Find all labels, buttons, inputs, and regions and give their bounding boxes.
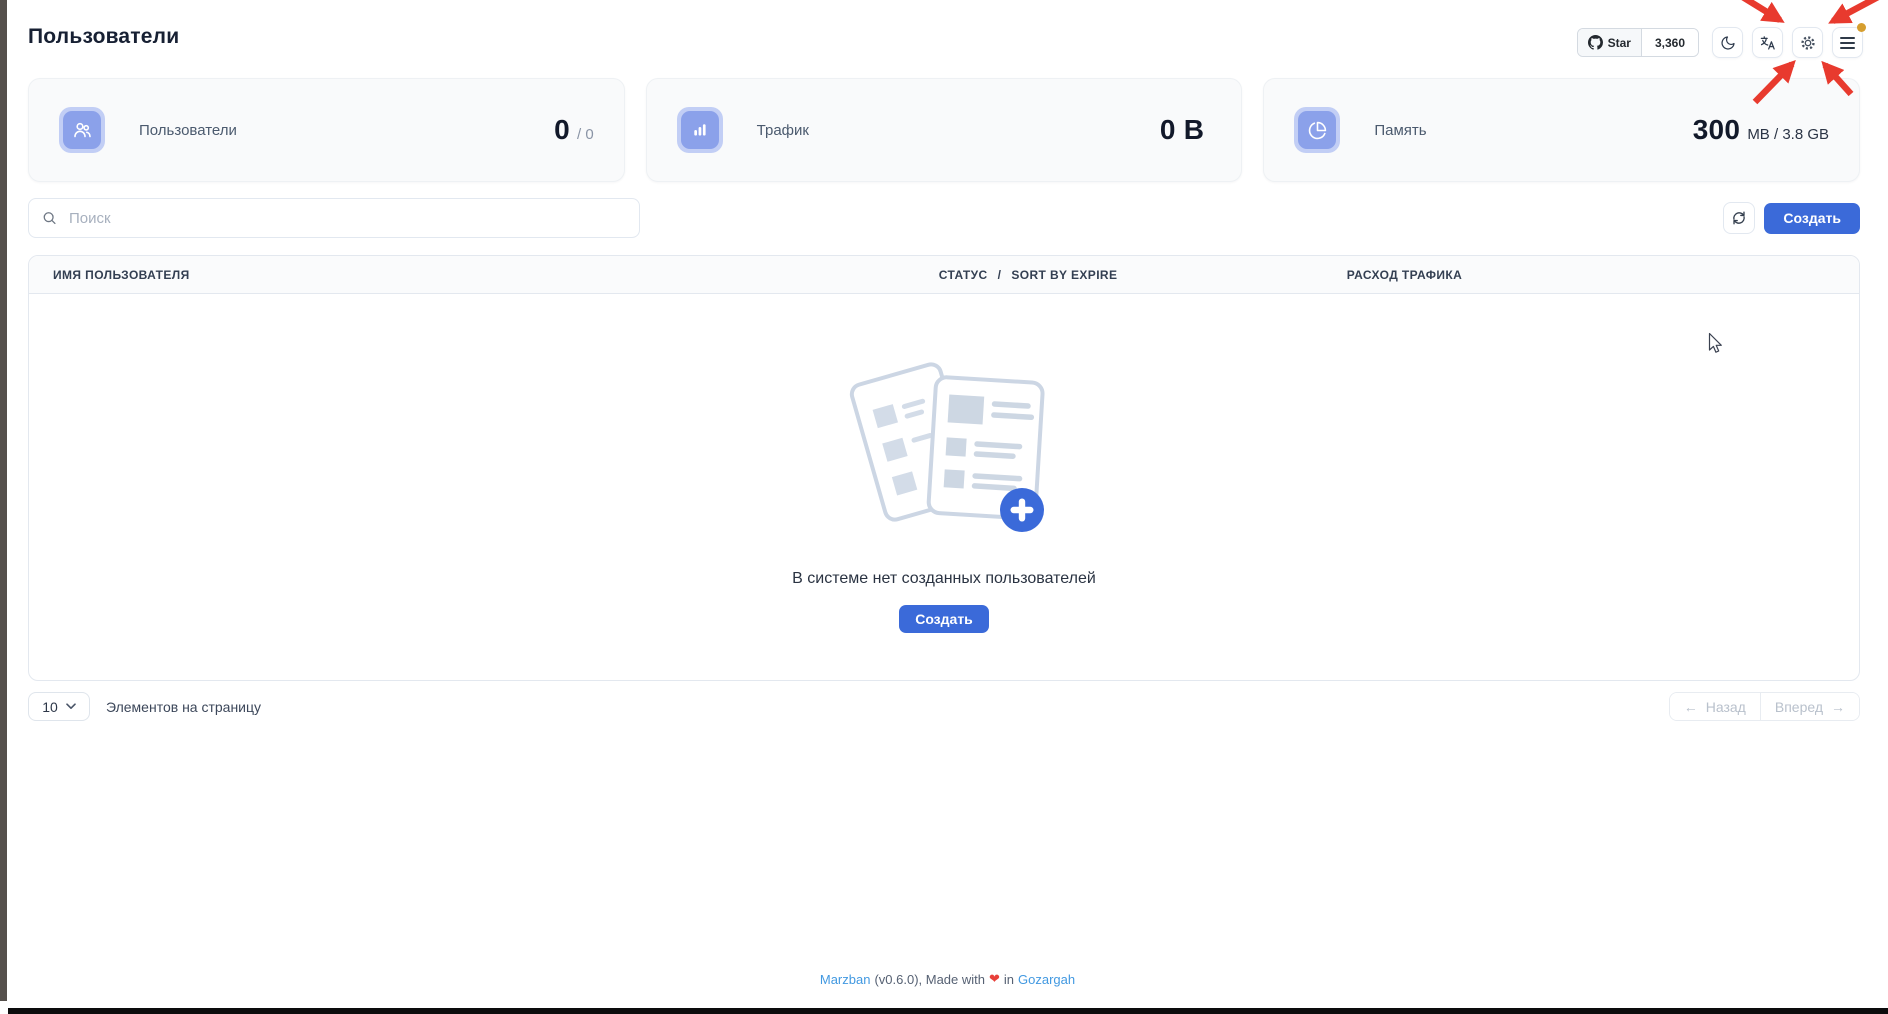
window-left-edge: [0, 0, 7, 1001]
main-content: Пользователи Пользователи 0 / 0 Трафик 0 …: [7, 0, 1888, 1008]
github-star-widget[interactable]: Star 3,360: [1577, 28, 1699, 57]
footer-in-text: in: [1004, 972, 1014, 987]
chevron-down-icon: [66, 703, 76, 710]
stat-card-suffix: / 0: [577, 126, 594, 143]
users-icon: [72, 120, 92, 140]
prev-page-button[interactable]: ← Назад: [1670, 693, 1760, 720]
stat-card-label: Память: [1374, 122, 1426, 139]
refresh-icon: [1731, 210, 1747, 226]
github-icon: [1588, 35, 1603, 50]
github-star-label: Star: [1608, 36, 1631, 50]
bar-chart-icon: [690, 120, 710, 140]
notification-dot: [1857, 23, 1866, 32]
users-table: ИМЯ ПОЛЬЗОВАТЕЛЯ СТАТУС / SORT BY EXPIRE…: [28, 255, 1860, 681]
moon-icon: [1720, 35, 1736, 51]
table-empty-body: В системе нет созданных пользователей Со…: [29, 294, 1859, 680]
pagination-nav: ← Назад Вперед →: [1669, 692, 1860, 721]
page-size-label: Элементов на страницу: [106, 699, 261, 715]
pagination-row: 10 Элементов на страницу ← Назад Вперед …: [28, 692, 1860, 721]
page-size-select[interactable]: 10: [28, 692, 90, 721]
header-toolbar: Star 3,360: [1577, 27, 1863, 58]
hamburger-icon: [1840, 37, 1855, 49]
column-header-sort-by-expire: SORT BY EXPIRE: [1011, 268, 1117, 282]
search-input[interactable]: [28, 198, 640, 238]
stat-card-value: 0 B: [1160, 114, 1204, 146]
column-separator: /: [998, 268, 1002, 282]
right-arrow-icon: →: [1831, 699, 1845, 715]
footer: Marzban (v0.6.0), Made with ❤ in Gozarga…: [7, 972, 1888, 987]
footer-brand-link[interactable]: Marzban: [820, 972, 871, 987]
stat-card-value: 0: [554, 114, 570, 146]
search-field: [28, 198, 640, 238]
language-button[interactable]: [1752, 27, 1783, 58]
empty-state-message: В системе нет созданных пользователей: [792, 570, 1096, 588]
empty-state-illustration: [839, 350, 1049, 540]
left-arrow-icon: ←: [1684, 699, 1698, 715]
stat-cards-row: Пользователи 0 / 0 Трафик 0 B Память 300 M…: [28, 78, 1860, 182]
translate-icon: [1759, 35, 1776, 51]
footer-version-text: (v0.6.0), Made with: [874, 972, 985, 987]
stat-card-users: Пользователи 0 / 0: [28, 78, 625, 182]
pie-chart-icon: [1308, 121, 1327, 140]
controls-row: Создать: [28, 198, 1860, 238]
next-page-button[interactable]: Вперед →: [1760, 693, 1859, 720]
empty-state-create-button[interactable]: Создать: [899, 605, 989, 633]
stat-card-label: Трафик: [757, 122, 809, 139]
dark-mode-button[interactable]: [1712, 27, 1743, 58]
refresh-button[interactable]: [1723, 202, 1755, 234]
stat-card-value: 300: [1693, 114, 1741, 146]
table-header: ИМЯ ПОЛЬЗОВАТЕЛЯ СТАТУС / SORT BY EXPIRE…: [29, 256, 1859, 294]
column-header-traffic[interactable]: РАСХОД ТРАФИКА: [1323, 256, 1859, 293]
add-circle-icon: [1000, 488, 1044, 532]
column-header-status[interactable]: СТАТУС / SORT BY EXPIRE: [915, 256, 1323, 293]
footer-org-link[interactable]: Gozargah: [1018, 972, 1075, 987]
heart-icon: ❤: [989, 972, 1000, 987]
create-button[interactable]: Создать: [1764, 203, 1860, 234]
marzban-users-page: Star 3,360 Пользователи Пользователи: [0, 0, 1888, 1014]
stat-card-suffix: MB / 3.8 GB: [1747, 126, 1829, 143]
column-header-username[interactable]: ИМЯ ПОЛЬЗОВАТЕЛЯ: [29, 256, 915, 293]
menu-button[interactable]: [1832, 27, 1863, 58]
settings-button[interactable]: [1792, 27, 1823, 58]
gear-icon: [1799, 34, 1817, 52]
page-size-value: 10: [42, 699, 58, 715]
search-icon: [41, 210, 58, 227]
stat-card-traffic: Трафик 0 B: [646, 78, 1243, 182]
github-star-count[interactable]: 3,360: [1641, 29, 1698, 56]
window-bottom-edge: [8, 1008, 1888, 1014]
stat-card-label: Пользователи: [139, 122, 237, 139]
stat-card-memory: Память 300 MB / 3.8 GB: [1263, 78, 1860, 182]
